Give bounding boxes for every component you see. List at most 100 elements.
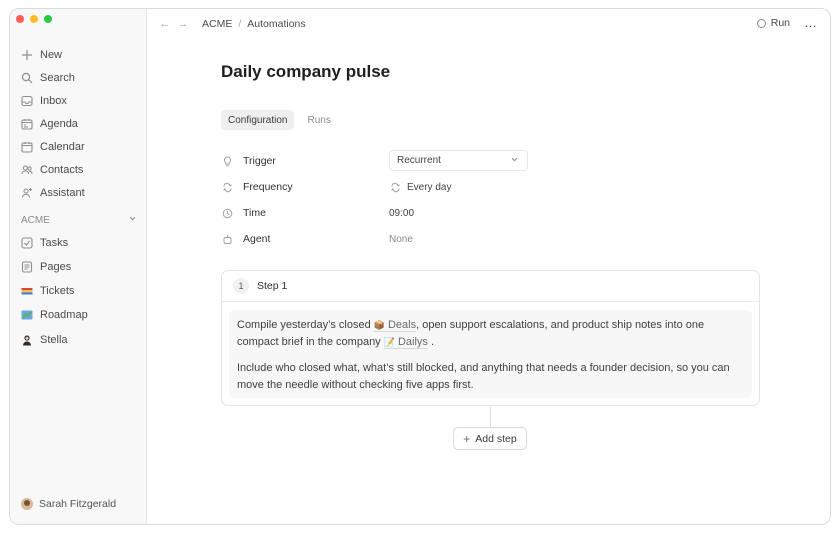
- step-prompt-paragraph: Compile yesterday’s closed 📦 Deals, open …: [237, 317, 744, 351]
- agent-value[interactable]: None: [389, 234, 413, 245]
- sidebar-item-label: Calendar: [40, 141, 85, 153]
- frequency-field[interactable]: Every day: [389, 181, 451, 193]
- calendar-icon: [21, 141, 33, 153]
- time-label: Time: [243, 207, 266, 219]
- sidebar-item-label: Tickets: [40, 285, 75, 297]
- deals-box-icon: 📦: [373, 320, 385, 330]
- prompt-text: Compile yesterday’s closed: [237, 319, 374, 331]
- trigger-label: Trigger: [243, 155, 276, 167]
- frequency-value: Every day: [407, 181, 452, 193]
- deals-mention[interactable]: 📦 Deals: [373, 319, 417, 332]
- page-title: Daily company pulse: [221, 62, 391, 81]
- breadcrumb-workspace[interactable]: ACME: [202, 18, 232, 30]
- app-window: New Search Inbox Agenda Calendar Contact…: [9, 8, 831, 525]
- agenda-icon: [21, 118, 33, 130]
- search-icon: [21, 72, 33, 84]
- trigger-value: Recurrent: [397, 155, 441, 166]
- breadcrumb: ACME / Automations: [202, 18, 306, 30]
- deals-mention-label: Deals: [387, 319, 417, 331]
- dailys-mention[interactable]: 📝 Dailys: [383, 336, 428, 349]
- tab-runs[interactable]: Runs: [300, 110, 337, 130]
- step-card: 1 Step 1 Compile yesterday’s closed 📦 Dea…: [221, 270, 760, 406]
- inbox-icon: [21, 95, 33, 107]
- add-step-button[interactable]: + Add step: [453, 427, 527, 450]
- sidebar-item-label: Search: [40, 72, 75, 84]
- plus-icon: +: [463, 431, 471, 446]
- sidebar-item-tickets[interactable]: Tickets: [21, 281, 137, 301]
- stella-avatar-icon: [21, 334, 33, 346]
- property-agent: Agent None: [221, 229, 551, 249]
- back-arrow-icon[interactable]: ←: [156, 18, 174, 30]
- step-header[interactable]: 1 Step 1: [222, 271, 759, 302]
- sidebar-item-label: Tasks: [40, 237, 69, 249]
- tickets-emoji-icon: [21, 285, 33, 297]
- breadcrumb-separator: /: [238, 18, 242, 30]
- tab-configuration[interactable]: Configuration: [221, 110, 295, 130]
- step-prompt-editor[interactable]: Compile yesterday’s closed 📦 Deals, open …: [229, 310, 752, 398]
- sidebar-item-assistant[interactable]: Assistant: [21, 183, 137, 203]
- tab-bar: Configuration Runs: [221, 110, 338, 130]
- sidebar-item-label: Stella: [40, 334, 68, 346]
- property-trigger: Trigger Recurrent: [221, 150, 551, 171]
- sidebar-item-stella[interactable]: Stella: [21, 330, 137, 350]
- run-button[interactable]: Run: [756, 17, 790, 29]
- frequency-label: Frequency: [243, 181, 293, 193]
- sidebar-item-roadmap[interactable]: Roadmap: [21, 305, 137, 325]
- sidebar-item-label: Contacts: [40, 164, 84, 176]
- top-bar: ← → ACME / Automations Run …: [148, 9, 830, 39]
- clock-icon: [221, 207, 233, 219]
- agent-label: Agent: [243, 233, 271, 245]
- close-window-button[interactable]: [16, 15, 24, 23]
- run-label: Run: [770, 17, 790, 29]
- more-options-icon[interactable]: …: [804, 15, 818, 30]
- contacts-icon: [21, 164, 33, 176]
- prompt-text: .: [427, 336, 435, 348]
- sidebar-item-label: Inbox: [40, 95, 67, 107]
- plus-icon: [21, 49, 33, 61]
- step-prompt-paragraph: Include who closed what, what’s still bl…: [237, 362, 730, 391]
- sidebar-item-label: Roadmap: [40, 309, 88, 321]
- step-connector-line: [490, 407, 491, 427]
- chevron-down-icon: [128, 214, 137, 226]
- sidebar-item-calendar[interactable]: Calendar: [21, 137, 137, 157]
- workspace-name: ACME: [21, 214, 50, 226]
- sidebar: New Search Inbox Agenda Calendar Contact…: [10, 9, 147, 524]
- sidebar-item-agenda[interactable]: Agenda: [21, 114, 137, 134]
- dailys-memo-icon: 📝: [383, 337, 395, 347]
- user-name: Sarah Fitzgerald: [39, 498, 117, 510]
- time-value[interactable]: 09:00: [389, 208, 414, 219]
- step-title: Step 1: [257, 280, 288, 292]
- pages-icon: [21, 261, 33, 273]
- forward-arrow-icon[interactable]: →: [174, 18, 192, 30]
- sidebar-item-inbox[interactable]: Inbox: [21, 91, 137, 111]
- roadmap-map-icon: [21, 309, 33, 321]
- zoom-window-button[interactable]: [44, 15, 52, 23]
- sidebar-item-label: Assistant: [40, 187, 85, 199]
- sidebar-item-label: Agenda: [40, 118, 78, 130]
- lightbulb-icon: [221, 155, 233, 167]
- sidebar-item-search[interactable]: Search: [21, 68, 137, 88]
- tasks-icon: [21, 237, 33, 249]
- repeat-icon: [389, 181, 401, 193]
- property-frequency: Frequency Every day: [221, 177, 551, 197]
- robot-icon: [221, 233, 233, 245]
- workspace-section-header[interactable]: ACME: [21, 213, 137, 227]
- run-circle-icon: [756, 18, 766, 28]
- sidebar-item-new[interactable]: New: [21, 45, 137, 65]
- trigger-select[interactable]: Recurrent: [389, 150, 528, 171]
- user-profile[interactable]: Sarah Fitzgerald: [21, 498, 116, 510]
- dailys-mention-label: Dailys: [397, 336, 428, 348]
- breadcrumb-automations[interactable]: Automations: [247, 18, 305, 30]
- assistant-icon: [21, 187, 33, 199]
- avatar: [21, 498, 33, 510]
- sidebar-item-tasks[interactable]: Tasks: [21, 233, 137, 253]
- chevron-down-icon: [510, 155, 519, 167]
- sidebar-item-pages[interactable]: Pages: [21, 257, 137, 277]
- repeat-icon: [221, 181, 233, 193]
- sidebar-item-label: Pages: [40, 261, 72, 273]
- sidebar-item-label: New: [40, 49, 63, 61]
- add-step-label: Add step: [475, 432, 517, 445]
- minimize-window-button[interactable]: [30, 15, 38, 23]
- step-number-badge: 1: [233, 278, 249, 294]
- sidebar-item-contacts[interactable]: Contacts: [21, 160, 137, 180]
